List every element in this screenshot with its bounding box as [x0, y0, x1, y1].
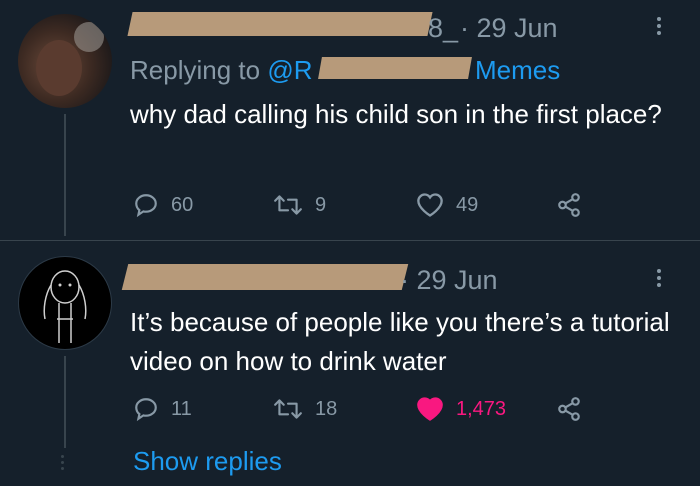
share-button[interactable]	[555, 192, 583, 218]
retweet-count: 9	[315, 193, 327, 216]
redacted-username	[121, 264, 409, 290]
replying-label: Replying to	[130, 55, 268, 85]
avatar-face	[36, 40, 82, 96]
reply-button[interactable]: 60	[133, 192, 193, 218]
tweet-header: 8_ · 29 Jun	[127, 8, 590, 44]
redacted-username	[127, 12, 433, 36]
divider	[0, 240, 700, 241]
replying-to: Replying to @R Memes	[130, 55, 560, 86]
avatar[interactable]	[18, 14, 112, 108]
avatar-background	[74, 22, 104, 52]
share-icon	[558, 397, 580, 421]
redacted-handle	[318, 57, 472, 79]
heart-icon	[417, 193, 443, 217]
like-button[interactable]: 1,473	[416, 396, 506, 422]
tweet-header: · 29 Jun	[121, 260, 590, 296]
like-count: 1,473	[456, 397, 507, 420]
retweet-button[interactable]: 9	[273, 192, 326, 218]
share-icon	[558, 193, 580, 217]
share-button[interactable]	[555, 396, 583, 422]
reply-button[interactable]: 11	[133, 396, 192, 422]
retweet-icon	[274, 195, 302, 215]
replying-handle[interactable]: @R	[267, 55, 312, 85]
reply-count: 60	[171, 193, 194, 216]
tweet-text: why dad calling his child son in the fir…	[130, 99, 662, 129]
avatar[interactable]	[18, 256, 112, 350]
avatar-drawing	[43, 270, 87, 343]
tweet-text: It’s because of people like you there’s …	[130, 307, 670, 376]
thread-line	[64, 114, 66, 236]
tweet-date[interactable]: · 29 Jun	[400, 265, 498, 296]
thread-more-dots-icon	[61, 452, 64, 473]
reply-count: 11	[171, 397, 192, 420]
more-options-icon[interactable]	[654, 14, 664, 38]
retweet-count: 18	[315, 397, 338, 420]
tweet-date[interactable]: · 29 Jun	[460, 13, 558, 44]
show-replies-link[interactable]: Show replies	[133, 446, 282, 477]
more-options-icon[interactable]	[654, 266, 664, 290]
retweet-button[interactable]: 18	[273, 396, 337, 422]
heart-filled-icon	[417, 397, 443, 421]
reply-icon	[135, 398, 157, 422]
reply-icon	[135, 194, 157, 218]
thread-line	[64, 356, 66, 448]
like-count: 49	[456, 193, 479, 216]
like-button[interactable]: 49	[416, 192, 478, 218]
replying-handle-tail[interactable]: Memes	[475, 55, 560, 86]
retweet-icon	[274, 399, 302, 419]
handle-suffix: 8_	[428, 13, 459, 43]
